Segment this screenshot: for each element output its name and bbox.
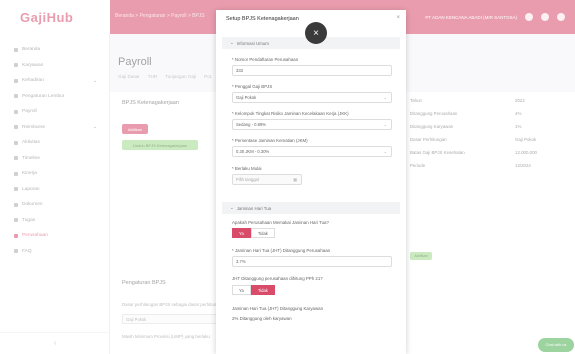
close-icon[interactable]: × <box>396 15 400 21</box>
chevron-down-icon: ⌄ <box>383 122 387 127</box>
chevron-down-icon: ⌄ <box>383 95 387 100</box>
modal-close-button[interactable]: × <box>305 22 327 44</box>
calendar-icon: ▦ <box>293 177 297 182</box>
pph-no-button[interactable]: Tidak <box>250 285 275 295</box>
jht-question-label: Apakah Perusahaan Memakai Jaminan Hari T… <box>232 220 329 225</box>
jht-employee-label: Jaminan Hari Tua (JHT) Ditanggung Karyaw… <box>232 306 324 311</box>
pph-yes-button[interactable]: Ya <box>232 285 251 295</box>
jht-no-button[interactable]: Tidak <box>250 228 275 238</box>
pph-toggle: Ya Tidak <box>232 285 275 295</box>
jht-yes-button[interactable]: Ya <box>232 228 251 238</box>
basis-label: * Penggal Gaji BPJS <box>232 84 273 89</box>
start-date-label: * Berlaku Mulai <box>232 166 262 171</box>
bpjs-setup-modal: Setup BPJS Ketenagakerjaan × ⌄ Informasi … <box>216 10 406 354</box>
jht-company-input[interactable]: 3.7% <box>232 256 392 267</box>
start-date-input[interactable]: Pilih tanggal ▦ <box>232 174 302 185</box>
npp-input[interactable]: 333 <box>232 65 392 76</box>
chevron-down-icon: ⌄ <box>230 205 234 210</box>
jkk-label: * Kelompok Tingkat Risiko Jaminan Kecela… <box>232 111 349 116</box>
jht-employee-value: 2% Ditanggung oleh karyawan <box>232 316 292 321</box>
modal-title: Setup BPJS Ketenagakerjaan <box>226 16 299 22</box>
npp-label: * Nomor Pendaftaran Perusahaan <box>232 57 299 62</box>
chevron-down-icon: ⌄ <box>230 40 234 45</box>
jht-toggle: Ya Tidak <box>232 228 275 238</box>
jkk-select[interactable]: Sedang - 0.89% ⌄ <box>232 119 392 130</box>
jht-company-label: * Jaminan Hari Tua (JHT) Ditanggung Peru… <box>232 248 331 253</box>
jht-pph-label: JHT Ditanggung perusahaan dihitung PPh 2… <box>232 276 323 281</box>
chevron-down-icon: ⌄ <box>383 149 387 154</box>
jkm-label: * Persentase Jaminan Kematian (JKM) <box>232 138 308 143</box>
basis-select[interactable]: Gaji Pokok ⌄ <box>232 92 392 103</box>
section-jht[interactable]: ⌄ Jaminan Hari Tua <box>222 202 400 214</box>
jkm-select[interactable]: 0.30 JKM - 0.30% ⌄ <box>232 146 392 157</box>
